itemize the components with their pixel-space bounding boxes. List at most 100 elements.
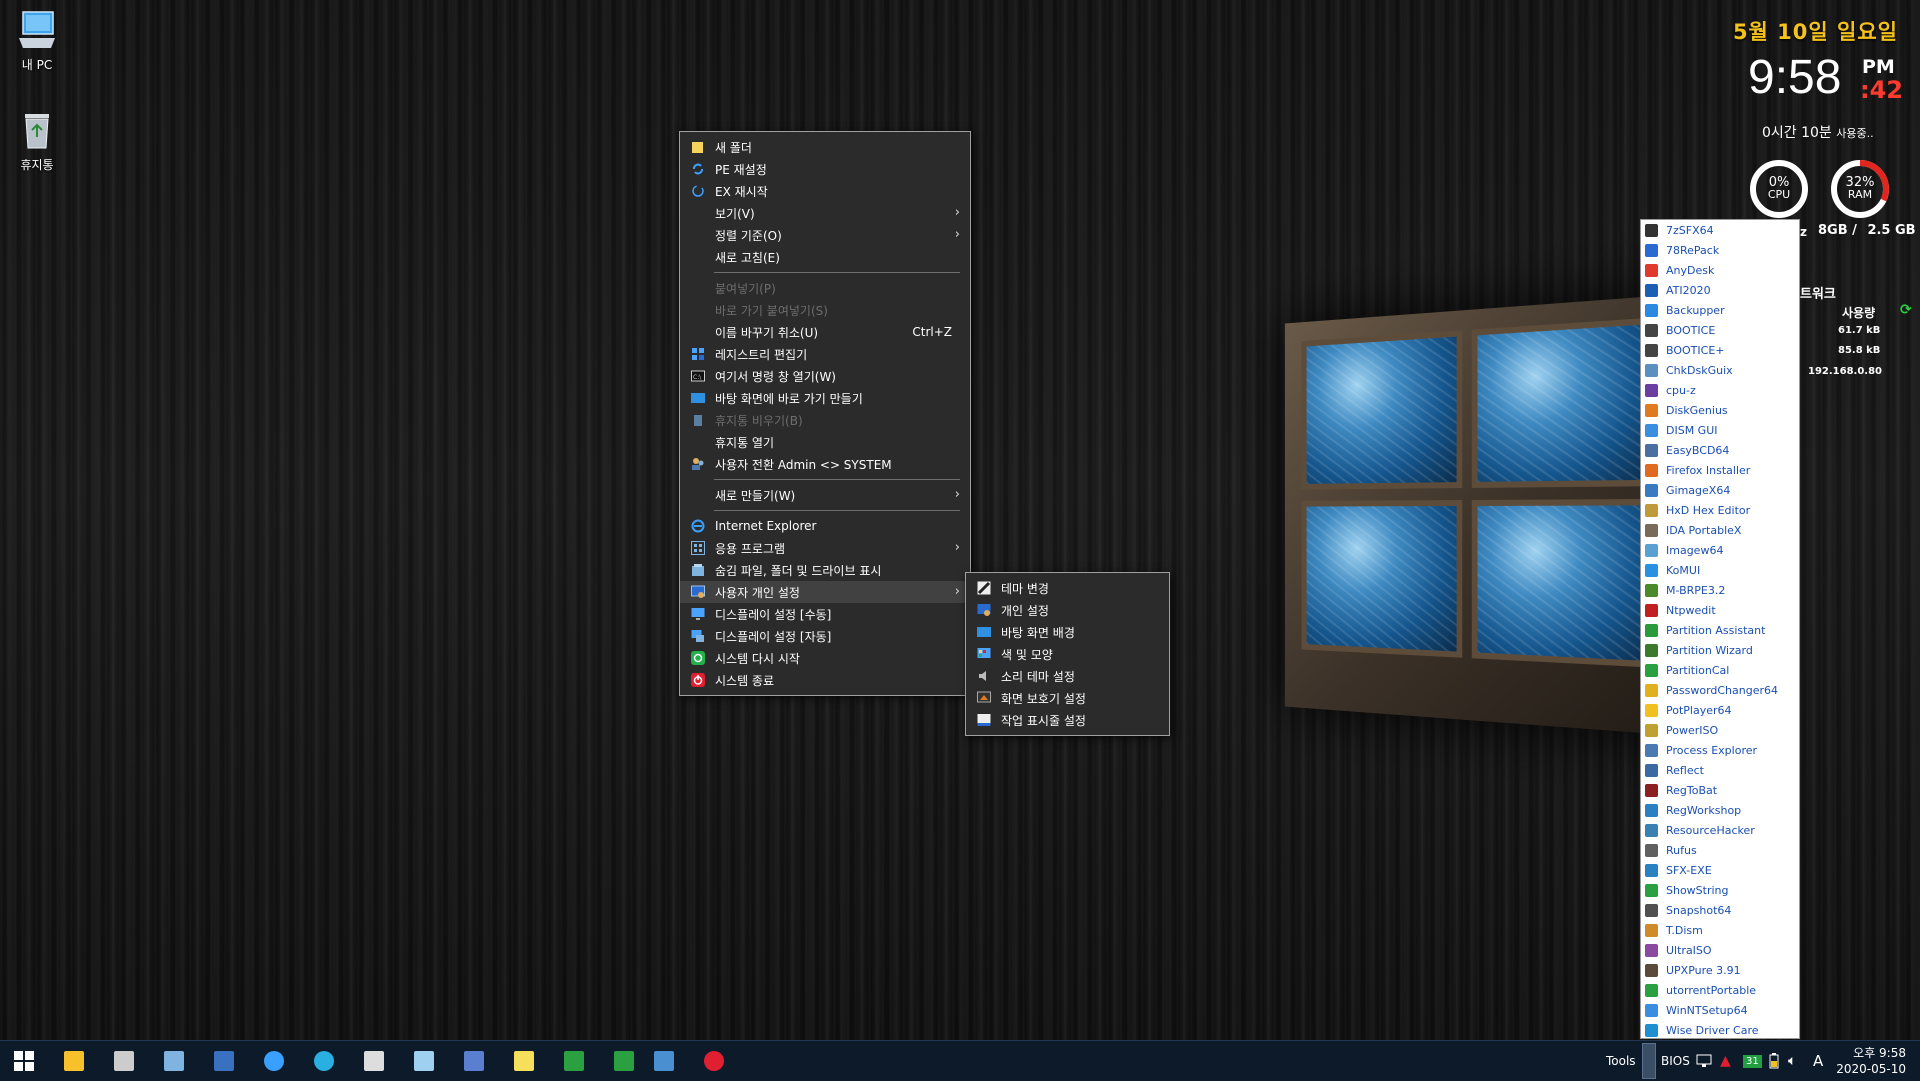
tools-list-item[interactable]: BOOTICE (1641, 320, 1799, 340)
refresh-green-icon[interactable]: ⟳ (1900, 302, 1912, 318)
taskbar-folder-blue-button[interactable] (648, 1045, 680, 1077)
taskbar-monitor-green-button[interactable] (608, 1045, 640, 1077)
submenu-item-taskbar-settings[interactable]: 작업 표시줄 설정 (966, 709, 1169, 731)
tools-list-item[interactable]: Imagew64 (1641, 540, 1799, 560)
tools-list-item[interactable]: 7zSFX64 (1641, 220, 1799, 240)
menu-item-empty-recycle-bin[interactable]: 휴지통 비우기(B) (680, 409, 970, 431)
menu-item-undo-rename[interactable]: 이름 바꾸기 취소(U) Ctrl+Z (680, 321, 970, 343)
menu-item-paste[interactable]: 붙여넣기(P) (680, 277, 970, 299)
tools-list-item[interactable]: M-BRPE3.2 (1641, 580, 1799, 600)
tools-list-item[interactable]: GimageX64 (1641, 480, 1799, 500)
tools-list-item[interactable]: DISM GUI (1641, 420, 1799, 440)
menu-item-new[interactable]: 새로 만들기(W) › (680, 484, 970, 506)
taskbar-notepad-button[interactable] (508, 1045, 540, 1077)
menu-item-new-folder[interactable]: 새 폴더 (680, 136, 970, 158)
submenu-item-theme[interactable]: 테마 변경 (966, 577, 1169, 599)
desktop-icon-recycle-bin[interactable]: 휴지통 (0, 108, 75, 173)
tools-list-item[interactable]: EasyBCD64 (1641, 440, 1799, 460)
menu-item-display-manual[interactable]: 디스플레이 설정 [수동] (680, 603, 970, 625)
menu-item-system-restart[interactable]: 시스템 다시 시작 (680, 647, 970, 669)
tools-list-item[interactable]: Reflect (1641, 760, 1799, 780)
tools-list-item[interactable]: Snapshot64 (1641, 900, 1799, 920)
menu-item-ex-restart[interactable]: EX 재시작 (680, 180, 970, 202)
tools-list-item[interactable]: BOOTICE+ (1641, 340, 1799, 360)
taskbar-terminal-button[interactable] (108, 1045, 140, 1077)
volume-tray-icon[interactable]: 🔈︎ (1788, 1041, 1796, 1081)
ime-indicator[interactable]: A (1813, 1041, 1823, 1081)
menu-item-open-cmd[interactable]: C:\ 여기서 명령 창 열기(W) (680, 365, 970, 387)
taskbar-power-button-button[interactable] (698, 1045, 730, 1077)
menu-item-system-shutdown[interactable]: 시스템 종료 (680, 669, 970, 691)
submenu-item-wallpaper[interactable]: 바탕 화면 배경 (966, 621, 1169, 643)
tools-list-item[interactable]: Wise Driver Care (1641, 1020, 1799, 1040)
tools-list-item[interactable]: Process Explorer (1641, 740, 1799, 760)
network-tray-icon[interactable] (1696, 1041, 1712, 1081)
submenu-item-personal[interactable]: 개인 설정 (966, 599, 1169, 621)
tools-list-item[interactable]: Partition Wizard (1641, 640, 1799, 660)
submenu-item-screensaver[interactable]: 화면 보호기 설정 (966, 687, 1169, 709)
tools-list-item[interactable]: T.Dism (1641, 920, 1799, 940)
tools-list-item[interactable]: IDA PortableX (1641, 520, 1799, 540)
menu-item-desktop-shortcut[interactable]: 바탕 화면에 바로 가기 만들기 (680, 387, 970, 409)
menu-item-internet-explorer[interactable]: Internet Explorer (680, 515, 970, 537)
tray-red-icon[interactable]: ▲ (1720, 1041, 1731, 1081)
tools-list-item[interactable]: cpu-z (1641, 380, 1799, 400)
tools-list-item[interactable]: KoMUI (1641, 560, 1799, 580)
tools-list-item[interactable]: ShowString (1641, 880, 1799, 900)
taskbar-edge-button[interactable] (308, 1045, 340, 1077)
tools-list-item[interactable]: ResourceHacker (1641, 820, 1799, 840)
tools-list-item[interactable]: SFX-EXE (1641, 860, 1799, 880)
tools-list-item[interactable]: PotPlayer64 (1641, 700, 1799, 720)
tools-list-item[interactable]: Firefox Installer (1641, 460, 1799, 480)
tools-list-item[interactable]: ATI2020 (1641, 280, 1799, 300)
tools-list-item[interactable]: 78RePack (1641, 240, 1799, 260)
taskbar-tablet-button[interactable] (408, 1045, 440, 1077)
tools-list-item[interactable]: RegToBat (1641, 780, 1799, 800)
menu-item-open-recycle-bin[interactable]: 휴지통 열기 (680, 431, 970, 453)
tools-toolbar-handle[interactable] (1642, 1041, 1656, 1081)
menu-item-sort-by[interactable]: 정렬 기준(O) › (680, 224, 970, 246)
tools-list-item[interactable]: UltraISO (1641, 940, 1799, 960)
submenu-item-sound[interactable]: 소리 테마 설정 (966, 665, 1169, 687)
start-button[interactable] (8, 1045, 40, 1077)
tools-list-item[interactable]: PasswordChanger64 (1641, 680, 1799, 700)
taskbar-window-app-button[interactable] (158, 1045, 190, 1077)
taskbar-keyboard-button[interactable] (358, 1045, 390, 1077)
menu-item-refresh[interactable]: 새로 고침(E) (680, 246, 970, 268)
taskbar-clock[interactable]: 오후 9:58 2020-05-10 (1836, 1045, 1906, 1077)
taskbar-explorer-button[interactable] (58, 1045, 90, 1077)
taskbar-internet-explorer-button[interactable] (258, 1045, 290, 1077)
menu-item-applications[interactable]: 응용 프로그램 › (680, 537, 970, 559)
tools-list-item[interactable]: ChkDskGuix (1641, 360, 1799, 380)
submenu-item-color[interactable]: 색 및 모양 (966, 643, 1169, 665)
tools-list-item[interactable]: DiskGenius (1641, 400, 1799, 420)
menu-item-personalization[interactable]: 사용자 개인 설정 › (680, 581, 970, 603)
tools-list-item[interactable]: AnyDesk (1641, 260, 1799, 280)
tools-list-item[interactable]: WinNTSetup64 (1641, 1000, 1799, 1020)
tools-list-item[interactable]: utorrentPortable (1641, 980, 1799, 1000)
taskbar-network-grid-button[interactable] (458, 1045, 490, 1077)
menu-item-switch-user[interactable]: 사용자 전환 Admin <> SYSTEM (680, 453, 970, 475)
tools-list-item[interactable]: Ntpwedit (1641, 600, 1799, 620)
tools-toolbar-label[interactable]: Tools (1606, 1041, 1636, 1081)
menu-item-paste-shortcut[interactable]: 바로 가기 붙여넣기(S) (680, 299, 970, 321)
menu-item-pe-reset[interactable]: PE 재설정 (680, 158, 970, 180)
tools-list-item[interactable]: Partition Assistant (1641, 620, 1799, 640)
tools-list-item[interactable]: Backupper (1641, 300, 1799, 320)
menu-item-registry-editor[interactable]: 레지스트리 편집기 (680, 343, 970, 365)
menu-item-view[interactable]: 보기(V) › (680, 202, 970, 224)
tools-list-item[interactable]: PartitionCal (1641, 660, 1799, 680)
menu-item-show-hidden[interactable]: 숨김 파일, 폴더 및 드라이브 표시 (680, 559, 970, 581)
desktop-icon-my-pc[interactable]: 내 PC (0, 8, 75, 73)
tools-list-item[interactable]: RegWorkshop (1641, 800, 1799, 820)
bios-label[interactable]: BIOS (1661, 1041, 1690, 1081)
tools-list-item[interactable]: PowerISO (1641, 720, 1799, 740)
calendar-tray-icon[interactable]: 31 (1743, 1041, 1762, 1081)
battery-tray-icon[interactable] (1769, 1041, 1779, 1081)
tools-list-item[interactable]: UPXPure 3.91 (1641, 960, 1799, 980)
taskbar-save-disk-button[interactable] (208, 1045, 240, 1077)
tools-list-item[interactable]: Rufus (1641, 840, 1799, 860)
tools-list-item[interactable]: HxD Hex Editor (1641, 500, 1799, 520)
taskbar-spreadsheet-button[interactable] (558, 1045, 590, 1077)
menu-item-display-auto[interactable]: 디스플레이 설정 [자동] (680, 625, 970, 647)
